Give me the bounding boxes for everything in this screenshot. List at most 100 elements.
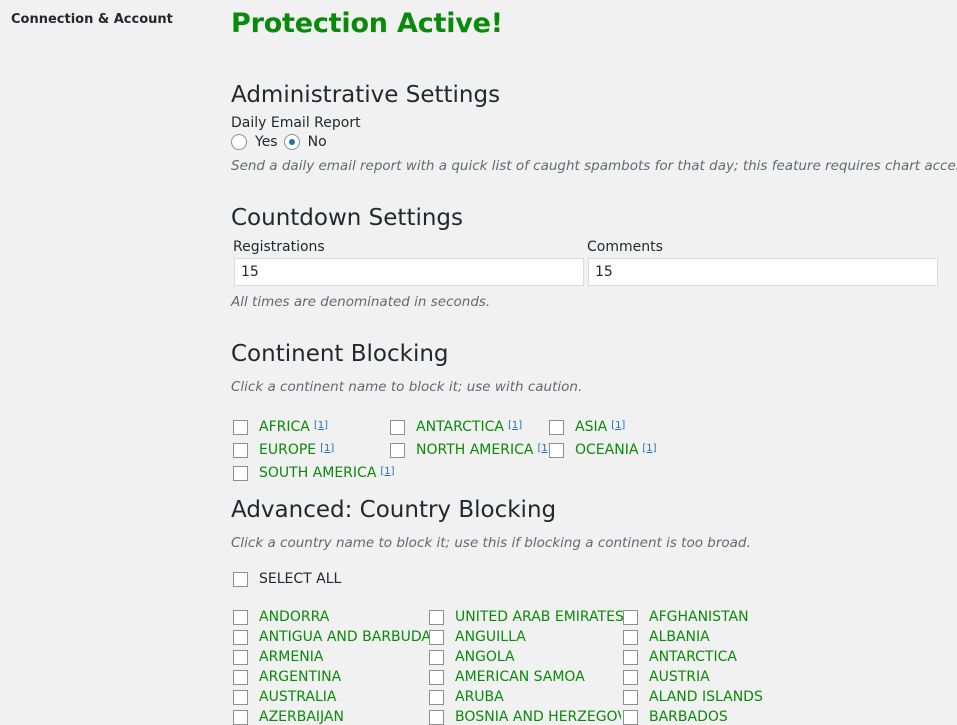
country-checkbox[interactable]	[429, 669, 444, 685]
country-label[interactable]: ALAND ISLANDS	[649, 689, 763, 705]
country-item[interactable]: AFGHANISTAN	[623, 609, 749, 625]
continent-south-america[interactable]: SOUTH AMERICA [1]	[233, 465, 395, 481]
country-label[interactable]: UNITED ARAB EMIRATES	[455, 609, 624, 625]
country-checkbox[interactable]	[429, 609, 444, 625]
select-all-countries[interactable]: SELECT ALL	[233, 571, 341, 587]
continent-footnote-link[interactable]: [1]	[508, 420, 522, 431]
country-checkbox[interactable]	[623, 649, 638, 665]
continent-footnote-link[interactable]: [1]	[611, 420, 625, 431]
protection-status-heading: Protection Active!	[231, 8, 503, 39]
continent-asia[interactable]: ASIA [1]	[549, 419, 625, 435]
country-item[interactable]: ARUBA	[429, 689, 504, 705]
continent-label[interactable]: ANTARCTICA	[416, 419, 504, 435]
country-label[interactable]: AUSTRIA	[649, 669, 710, 685]
continent-oceania[interactable]: OCEANIA [1]	[549, 442, 657, 458]
country-item[interactable]: ARGENTINA	[233, 669, 341, 685]
continent-antarctica[interactable]: ANTARCTICA [1]	[390, 419, 522, 435]
continent-africa-checkbox[interactable]	[233, 419, 248, 435]
daily-email-no-label[interactable]: No	[308, 134, 327, 150]
daily-email-description: Send a daily email report with a quick l…	[231, 158, 957, 174]
countdown-settings-title: Countdown Settings	[231, 205, 464, 231]
country-item[interactable]: ARMENIA	[233, 649, 323, 665]
daily-email-label: Daily Email Report	[231, 115, 361, 131]
country-item[interactable]: ANTARCTICA	[623, 649, 737, 665]
country-label[interactable]: ARGENTINA	[259, 669, 341, 685]
country-item[interactable]: ANTIGUA AND BARBUDA	[233, 629, 431, 645]
country-item[interactable]: ANGUILLA	[429, 629, 526, 645]
country-checkbox[interactable]	[233, 629, 248, 645]
country-item[interactable]: ALAND ISLANDS	[623, 689, 763, 705]
continent-label[interactable]: EUROPE	[259, 442, 316, 458]
country-item[interactable]: ANGOLA	[429, 649, 515, 665]
country-label[interactable]: ANGOLA	[455, 649, 515, 665]
country-checkbox[interactable]	[233, 689, 248, 705]
continent-europe[interactable]: EUROPE [1]	[233, 442, 334, 458]
country-checkbox[interactable]	[623, 669, 638, 685]
country-blocking-description: Click a country name to block it; use th…	[231, 535, 751, 551]
country-label[interactable]: BARBADOS	[649, 709, 728, 725]
country-item[interactable]: AUSTRIA	[623, 669, 710, 685]
continent-north-america-checkbox[interactable]	[390, 442, 405, 458]
country-label[interactable]: ANGUILLA	[455, 629, 526, 645]
country-item[interactable]: BOSNIA AND HERZEGOVI	[429, 709, 621, 725]
continent-asia-checkbox[interactable]	[549, 419, 564, 435]
country-checkbox[interactable]	[429, 629, 444, 645]
continent-footnote-link[interactable]: [1]	[314, 420, 328, 431]
country-label[interactable]: ARUBA	[455, 689, 504, 705]
country-checkbox[interactable]	[429, 689, 444, 705]
country-checkbox[interactable]	[429, 709, 444, 725]
country-item[interactable]: BARBADOS	[623, 709, 728, 725]
country-checkbox[interactable]	[233, 649, 248, 665]
continent-footnote-link[interactable]: [1]	[380, 466, 394, 477]
country-checkbox[interactable]	[623, 709, 638, 725]
country-item[interactable]: AZERBAIJAN	[233, 709, 344, 725]
country-item[interactable]: UNITED ARAB EMIRATES	[429, 609, 624, 625]
country-item[interactable]: ALBANIA	[623, 629, 710, 645]
daily-email-yes-radio[interactable]	[231, 134, 247, 150]
country-checkbox[interactable]	[623, 609, 638, 625]
country-checkbox[interactable]	[233, 669, 248, 685]
continent-blocking-description: Click a continent name to block it; use …	[231, 379, 583, 395]
country-label[interactable]: ALBANIA	[649, 629, 710, 645]
continent-label[interactable]: OCEANIA	[575, 442, 638, 458]
continent-label[interactable]: ASIA	[575, 419, 607, 435]
country-item[interactable]: ANDORRA	[233, 609, 329, 625]
country-label[interactable]: ANTARCTICA	[649, 649, 737, 665]
country-item[interactable]: AUSTRALIA	[233, 689, 337, 705]
country-label[interactable]: ANDORRA	[259, 609, 329, 625]
continent-africa[interactable]: AFRICA [1]	[233, 419, 328, 435]
country-label[interactable]: ANTIGUA AND BARBUDA	[259, 629, 431, 645]
continent-label[interactable]: NORTH AMERICA	[416, 442, 533, 458]
continent-blocking-title: Continent Blocking	[231, 341, 449, 367]
country-label[interactable]: AUSTRALIA	[259, 689, 337, 705]
daily-email-no-radio[interactable]	[283, 134, 300, 150]
continent-north-america[interactable]: NORTH AMERICA [1]	[390, 442, 552, 458]
continent-footnote-link[interactable]: [1]	[642, 443, 656, 454]
country-checkbox[interactable]	[233, 609, 248, 625]
country-checkbox[interactable]	[429, 649, 444, 665]
country-label[interactable]: BOSNIA AND HERZEGOVI	[455, 709, 621, 725]
registrations-input[interactable]	[234, 258, 584, 286]
continent-footnote-link[interactable]: [1]	[320, 443, 334, 454]
daily-email-yes-label[interactable]: Yes	[255, 134, 278, 150]
continent-south-america-checkbox[interactable]	[233, 465, 248, 481]
continent-label[interactable]: AFRICA	[259, 419, 310, 435]
continent-oceania-checkbox[interactable]	[549, 442, 564, 458]
registrations-label: Registrations	[233, 239, 325, 255]
country-checkbox[interactable]	[623, 629, 638, 645]
country-label[interactable]: ARMENIA	[259, 649, 323, 665]
country-blocking-title: Advanced: Country Blocking	[231, 497, 557, 523]
sidebar-item-connection-account[interactable]: Connection & Account	[11, 12, 173, 27]
select-all-label[interactable]: SELECT ALL	[259, 571, 341, 587]
select-all-checkbox[interactable]	[233, 571, 248, 587]
country-label[interactable]: AFGHANISTAN	[649, 609, 749, 625]
comments-input[interactable]	[588, 258, 938, 286]
continent-label[interactable]: SOUTH AMERICA	[259, 465, 376, 481]
continent-europe-checkbox[interactable]	[233, 442, 248, 458]
continent-antarctica-checkbox[interactable]	[390, 419, 405, 435]
country-label[interactable]: AZERBAIJAN	[259, 709, 344, 725]
country-checkbox[interactable]	[623, 689, 638, 705]
country-label[interactable]: AMERICAN SAMOA	[455, 669, 585, 685]
country-item[interactable]: AMERICAN SAMOA	[429, 669, 585, 685]
country-checkbox[interactable]	[233, 709, 248, 725]
